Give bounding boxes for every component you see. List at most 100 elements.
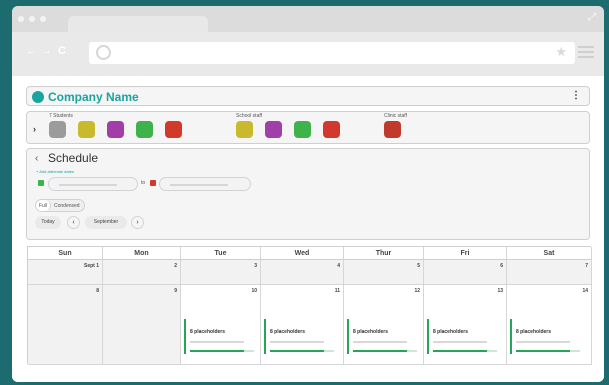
day-header: Tue xyxy=(181,247,261,260)
day-header: Fri xyxy=(424,247,507,260)
event-detail-line xyxy=(516,341,570,343)
browser-toolbar: ← → C ★ xyxy=(12,32,604,76)
day-number: 8 xyxy=(96,288,99,294)
group-label-students: 7 Students xyxy=(49,113,73,119)
add-alternate-dates-link[interactable]: + Add alternate dates xyxy=(36,169,74,174)
group-label-school-staff: School staff xyxy=(236,113,263,119)
staff-selector: › 7 Students School staff Clinic staff xyxy=(26,111,590,144)
group-label-clinic-staff: Clinic staff xyxy=(384,113,407,119)
window-close-dot[interactable] xyxy=(18,16,24,22)
day-header: Sat xyxy=(507,247,592,260)
event-detail-line xyxy=(190,341,244,343)
calendar-day-cell[interactable]: 5 xyxy=(344,260,424,285)
calendar-day-cell[interactable]: 12 8 placeholders xyxy=(344,285,424,365)
calendar-day-cell[interactable]: 11 8 placeholders xyxy=(261,285,344,365)
day-header: Mon xyxy=(103,247,181,260)
calendar-grid: Sun Mon Tue Wed Thur Fri Sat Sept 1 2 3 4 5 6 7 8 9 10 8 … xyxy=(27,246,592,365)
view-toggle[interactable]: Full Condensed xyxy=(35,199,85,212)
day-number: 12 xyxy=(414,288,420,294)
calendar-day-cell[interactable]: 4 xyxy=(261,260,344,285)
end-date-field[interactable] xyxy=(159,177,251,191)
person-swatch[interactable] xyxy=(236,121,253,138)
day-number: 2 xyxy=(174,263,177,269)
company-logo-icon xyxy=(32,91,44,103)
day-header: Thur xyxy=(344,247,424,260)
day-number: 10 xyxy=(251,288,257,294)
calendar-day-cell[interactable]: 14 8 placeholders xyxy=(507,285,592,365)
expand-icon[interactable]: ⤢ xyxy=(588,12,596,23)
calendar-day-cell[interactable]: 3 xyxy=(181,260,261,285)
person-swatch[interactable] xyxy=(384,121,401,138)
event-color-bar xyxy=(184,319,186,354)
globe-icon xyxy=(96,45,111,60)
calendar-day-cell[interactable]: 10 8 placeholders xyxy=(181,285,261,365)
day-number: 6 xyxy=(500,263,503,269)
window-zoom-dot[interactable] xyxy=(40,16,46,22)
address-bar[interactable]: ★ xyxy=(89,42,575,64)
event-color-bar xyxy=(264,319,266,354)
event-placeholder-count[interactable]: 8 placeholders xyxy=(433,329,468,335)
prev-month-button[interactable]: ‹ xyxy=(67,216,80,229)
expand-chevron-icon[interactable]: › xyxy=(33,124,36,134)
window-minimize-dot[interactable] xyxy=(29,16,35,22)
event-placeholder-count[interactable]: 8 placeholders xyxy=(516,329,551,335)
month-label: September xyxy=(85,216,127,229)
day-number: 7 xyxy=(585,263,588,269)
event-placeholder-count[interactable]: 8 placeholders xyxy=(353,329,388,335)
person-swatch[interactable] xyxy=(265,121,282,138)
event-placeholder-count[interactable]: 8 placeholders xyxy=(190,329,225,335)
person-swatch[interactable] xyxy=(294,121,311,138)
start-date-field[interactable] xyxy=(48,177,138,191)
event-progress-bar xyxy=(433,350,497,352)
person-swatch[interactable] xyxy=(136,121,153,138)
day-number: 4 xyxy=(337,263,340,269)
day-number: 3 xyxy=(254,263,257,269)
bookmark-star-icon[interactable]: ★ xyxy=(555,44,567,60)
event-progress-bar xyxy=(353,350,417,352)
event-color-bar xyxy=(510,319,512,354)
reload-icon[interactable]: C xyxy=(58,45,66,57)
to-label: to xyxy=(141,180,146,186)
event-color-bar xyxy=(347,319,349,354)
calendar-day-cell[interactable]: 7 xyxy=(507,260,592,285)
browser-tab[interactable] xyxy=(68,16,208,32)
person-swatch[interactable] xyxy=(107,121,124,138)
start-calendar-icon[interactable] xyxy=(38,180,44,186)
person-swatch[interactable] xyxy=(49,121,66,138)
schedule-title: Schedule xyxy=(48,151,99,165)
calendar-day-cell[interactable]: Sept 1 xyxy=(28,260,103,285)
day-number: 9 xyxy=(174,288,177,294)
company-name: Company Name xyxy=(48,90,139,104)
back-chevron-icon[interactable]: ‹ xyxy=(35,153,38,164)
browser-window: ⤢ ← → C ★ Company Name ⋮ › 7 Students Sc… xyxy=(12,6,604,382)
more-options-icon[interactable]: ⋮ xyxy=(571,90,581,101)
day-header: Sun xyxy=(28,247,103,260)
end-calendar-icon[interactable] xyxy=(150,180,156,186)
browser-menu-icon[interactable] xyxy=(578,46,594,61)
next-month-button[interactable]: › xyxy=(131,216,144,229)
back-arrow-icon[interactable]: ← xyxy=(26,45,37,57)
event-progress-bar xyxy=(516,350,580,352)
calendar-day-cell[interactable]: 9 xyxy=(103,285,181,365)
event-detail-line xyxy=(433,341,487,343)
view-condensed-option[interactable]: Condensed xyxy=(54,203,80,209)
today-button[interactable]: Today xyxy=(35,216,61,229)
schedule-panel: ‹ Schedule + Add alternate dates to Full… xyxy=(26,148,590,240)
forward-arrow-icon[interactable]: → xyxy=(41,45,52,57)
person-swatch[interactable] xyxy=(78,121,95,138)
calendar-day-cell[interactable]: 6 xyxy=(424,260,507,285)
person-swatch[interactable] xyxy=(323,121,340,138)
day-number: 11 xyxy=(334,288,340,294)
day-number: 5 xyxy=(417,263,420,269)
person-swatch[interactable] xyxy=(165,121,182,138)
app-page: Company Name ⋮ › 7 Students School staff… xyxy=(12,76,604,382)
calendar-day-cell[interactable]: 8 xyxy=(28,285,103,365)
company-header: Company Name ⋮ xyxy=(26,86,590,106)
day-number: 14 xyxy=(582,288,588,294)
calendar-day-cell[interactable]: 2 xyxy=(103,260,181,285)
event-progress-bar xyxy=(190,350,254,352)
view-full-option[interactable]: Full xyxy=(39,203,47,209)
title-bar: ⤢ xyxy=(12,6,604,32)
event-placeholder-count[interactable]: 8 placeholders xyxy=(270,329,305,335)
calendar-day-cell[interactable]: 13 8 placeholders xyxy=(424,285,507,365)
